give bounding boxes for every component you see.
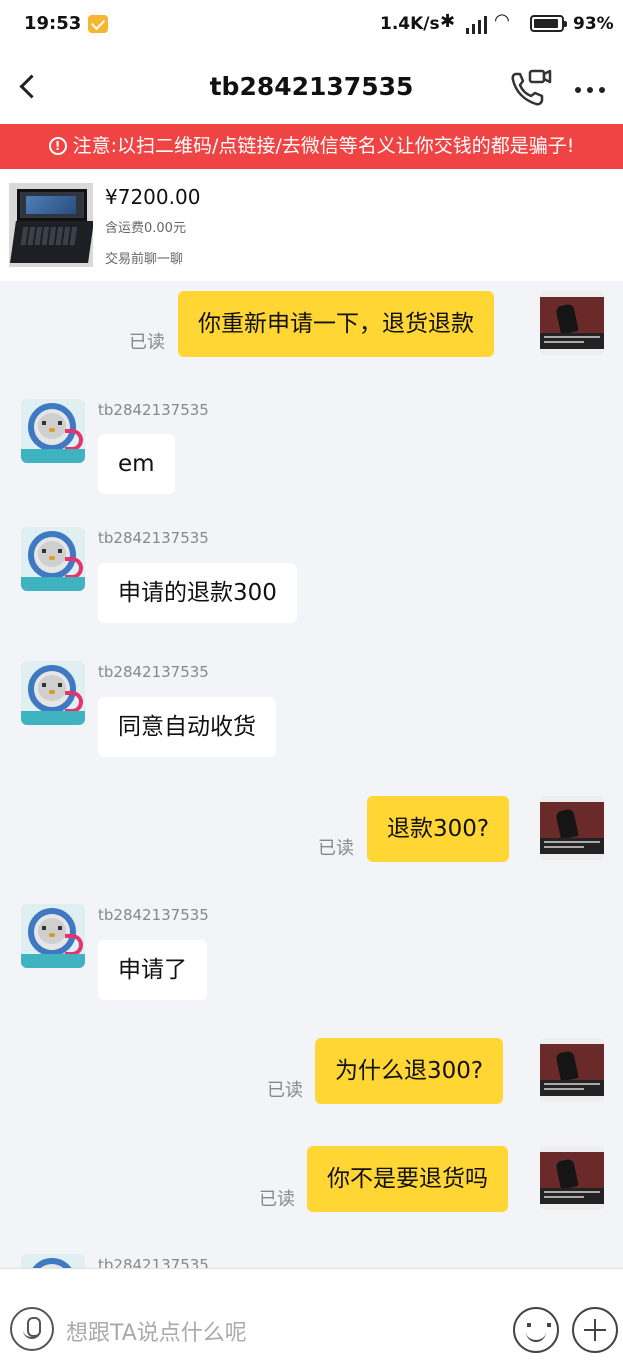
avatar-self[interactable] [540, 1146, 604, 1210]
avatar-self[interactable] [540, 796, 604, 860]
emoji-icon[interactable] [513, 1307, 559, 1353]
status-time: 19:53 [24, 13, 82, 34]
avatar-contact[interactable] [21, 527, 85, 591]
status-bar: 19:53 1.4K/s ✱ ◠ 93% [0, 0, 623, 50]
message-input[interactable]: 想跟TA说点什么呢 [66, 1315, 247, 1347]
alert-icon: ! [48, 137, 67, 155]
avatar-contact[interactable] [21, 399, 85, 463]
battery-percent: 93% [573, 14, 614, 34]
video-call-icon[interactable] [508, 68, 554, 108]
message-bubble-incoming[interactable]: 申请的退款300 [98, 563, 297, 623]
sender-name: tb2842137535 [98, 906, 209, 924]
message-bubble-outgoing[interactable]: 你重新申请一下，退货退款 [178, 291, 494, 357]
read-status: 已读 [129, 332, 165, 353]
battery-icon [530, 15, 567, 32]
wifi-icon: ◠ [495, 10, 509, 31]
shipping-fee: 含运费0.00元 [105, 221, 186, 236]
avatar-contact[interactable] [21, 904, 85, 968]
avatar-self[interactable] [540, 291, 604, 355]
signal-icon [462, 12, 490, 34]
product-image[interactable] [9, 183, 93, 267]
message-bubble-incoming[interactable]: 同意自动收货 [98, 697, 276, 757]
message-bubble-outgoing[interactable]: 你不是要退货吗 [307, 1146, 508, 1212]
product-price: ¥7200.00 [105, 185, 201, 209]
read-status: 已读 [318, 838, 354, 859]
read-status: 已读 [259, 1189, 295, 1210]
message-bubble-outgoing[interactable]: 为什么退300? [315, 1038, 504, 1104]
sender-name: tb2842137535 [98, 663, 209, 681]
notification-mail-icon [88, 15, 108, 33]
sender-name: tb2842137535 [98, 401, 209, 419]
plus-icon[interactable] [572, 1307, 618, 1353]
fraud-warning-banner: ! 注意:以扫二维码/点链接/去微信等名义让你交钱的都是骗子! [0, 124, 623, 169]
input-bar: 想跟TA说点什么呢 [0, 1268, 623, 1370]
chat-header: tb2842137535 [0, 50, 623, 124]
microphone-icon[interactable] [10, 1307, 54, 1351]
read-status: 已读 [267, 1080, 303, 1101]
sender-name: tb2842137535 [98, 529, 209, 547]
message-bubble-incoming[interactable]: em [98, 434, 175, 494]
warning-text: 注意:以扫二维码/点链接/去微信等名义让你交钱的都是骗子! [72, 135, 575, 157]
avatar-contact[interactable] [21, 661, 85, 725]
message-bubble-outgoing[interactable]: 退款300? [367, 796, 510, 862]
avatar-self[interactable] [540, 1038, 604, 1102]
network-speed: 1.4K/s [380, 14, 440, 34]
bluetooth-icon: ✱ [440, 11, 456, 32]
product-card[interactable]: ¥7200.00 含运费0.00元 交易前聊一聊 [0, 169, 623, 281]
more-options-icon[interactable] [570, 74, 610, 104]
message-bubble-incoming[interactable]: 申请了 [98, 940, 207, 1000]
chat-before-trade: 交易前聊一聊 [105, 252, 184, 267]
